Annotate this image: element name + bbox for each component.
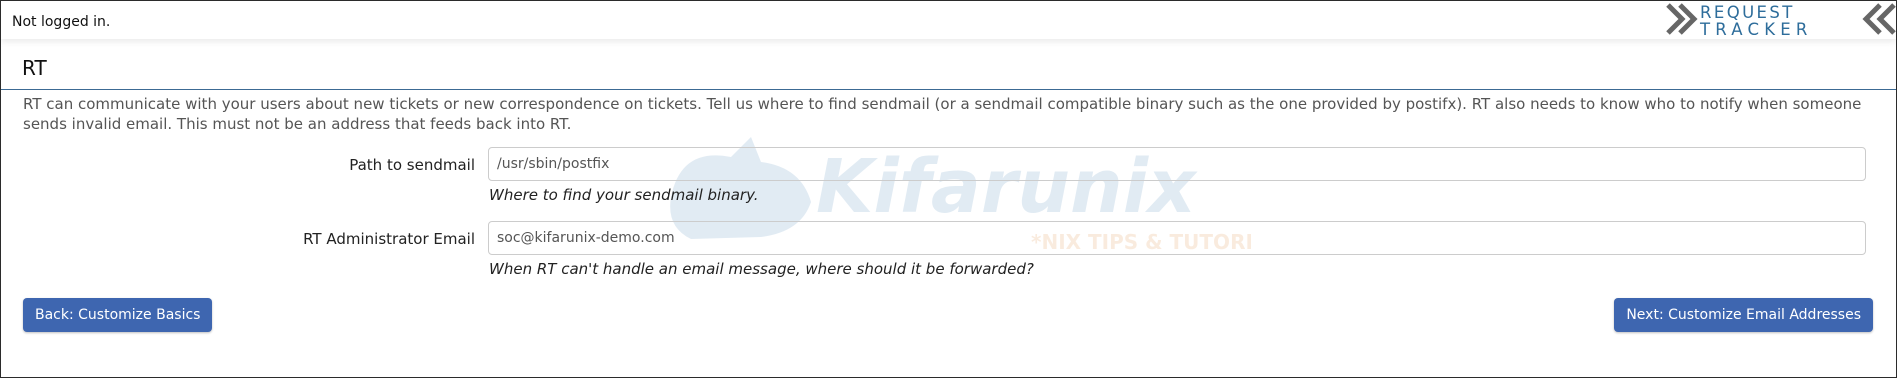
login-status: Not logged in. (12, 14, 111, 30)
sendmail-path-label: Path to sendmail (349, 156, 475, 174)
admin-email-label: RT Administrator Email (303, 230, 475, 248)
top-bar: Not logged in. REQUEST TRACKER (1, 1, 1896, 39)
admin-email-input[interactable] (488, 221, 1866, 255)
page-title: RT (22, 56, 47, 80)
admin-email-hint: When RT can't handle an email message, w… (489, 260, 1034, 278)
sendmail-path-input[interactable] (488, 147, 1866, 181)
page-title-bar: RT (1, 45, 1896, 90)
back-button[interactable]: Back: Customize Basics (23, 298, 213, 332)
logo-text-tracker: TRACKER (1699, 20, 1813, 39)
next-button[interactable]: Next: Customize Email Addresses (1614, 298, 1873, 332)
intro-text: RT can communicate with your users about… (23, 95, 1862, 133)
request-tracker-logo-icon: REQUEST TRACKER (1666, 3, 1896, 39)
sendmail-path-hint: Where to find your sendmail binary. (489, 186, 759, 204)
app-window: Not logged in. REQUEST TRACKER RT RT can… (0, 0, 1897, 378)
request-tracker-logo[interactable]: REQUEST TRACKER (1664, 1, 1896, 39)
